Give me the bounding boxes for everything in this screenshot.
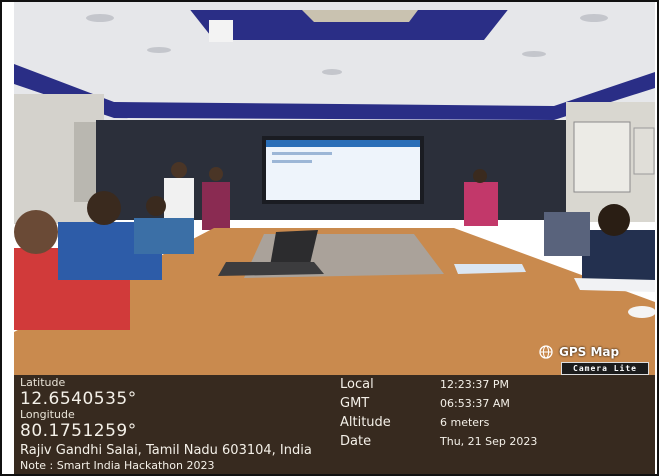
local-label: Local xyxy=(340,377,374,392)
gmt-row: GMT 06:53:37 AM xyxy=(340,394,650,413)
screen-line xyxy=(272,152,332,155)
local-time-row: Local 12:23:37 PM xyxy=(340,375,650,394)
person-standing xyxy=(464,182,498,226)
gmt-value: 06:53:37 AM xyxy=(440,397,510,410)
date-label: Date xyxy=(340,434,372,449)
longitude-value: 80.1751259° xyxy=(20,421,137,441)
wall-poster xyxy=(573,121,631,193)
altitude-label: Altitude xyxy=(340,415,391,430)
altitude-value: 6 meters xyxy=(440,416,490,429)
time-info-block: Local 12:23:37 PM GMT 06:53:37 AM Altitu… xyxy=(340,375,650,451)
person-head xyxy=(146,196,166,216)
gps-badge: GPS Map Camera Lite xyxy=(533,344,651,375)
ceiling-light xyxy=(580,14,608,22)
person-head xyxy=(209,167,223,181)
date-row: Date Thu, 21 Sep 2023 xyxy=(340,432,650,451)
camera-lite-label: Camera Lite xyxy=(561,362,649,375)
person-standing xyxy=(202,182,230,230)
ceiling-edge xyxy=(14,2,655,10)
local-value: 12:23:37 PM xyxy=(440,378,510,391)
gps-info-overlay: Latitude 12.6540535° Longitude 80.175125… xyxy=(14,375,655,474)
chair xyxy=(544,212,590,256)
laptop xyxy=(270,230,318,266)
date-value: Thu, 21 Sep 2023 xyxy=(440,435,538,448)
door xyxy=(74,122,98,202)
ceiling-vent xyxy=(209,20,233,42)
person-head xyxy=(87,191,121,225)
altitude-row: Altitude 6 meters xyxy=(340,413,650,432)
person-head xyxy=(171,162,187,178)
ceiling-light xyxy=(86,14,114,22)
gps-map-title: GPS Map xyxy=(559,345,620,359)
ceiling-light xyxy=(322,69,342,75)
latitude-value: 12.6540535° xyxy=(20,389,137,409)
address-text: Rajiv Gandhi Salai, Tamil Nadu 603104, I… xyxy=(20,443,312,458)
screen-header xyxy=(266,140,420,147)
coordinates-block: Latitude 12.6540535° Longitude 80.175125… xyxy=(20,376,320,442)
wall-poster xyxy=(633,127,655,175)
note-text: Note : Smart India Hackathon 2023 xyxy=(20,459,215,472)
laptop-base xyxy=(218,262,324,276)
ceiling-light xyxy=(522,51,546,57)
globe-icon xyxy=(539,345,553,359)
meeting-room-photo: GPS Map Camera Lite xyxy=(14,2,655,375)
seated-person xyxy=(582,230,655,284)
ceiling-light xyxy=(147,47,171,53)
longitude-label: Longitude xyxy=(20,408,75,421)
latitude-label: Latitude xyxy=(20,376,66,389)
paper xyxy=(574,278,655,292)
photo-frame: GPS Map Camera Lite Latitude 12.6540535°… xyxy=(0,0,659,476)
photo-scene xyxy=(14,2,655,375)
cup xyxy=(628,306,655,318)
person-head xyxy=(473,169,487,183)
presentation-screen xyxy=(266,140,420,200)
screen-line xyxy=(272,160,312,163)
person-head xyxy=(14,210,58,254)
person-head xyxy=(598,204,630,236)
seated-person xyxy=(134,218,194,254)
gmt-label: GMT xyxy=(340,396,370,411)
